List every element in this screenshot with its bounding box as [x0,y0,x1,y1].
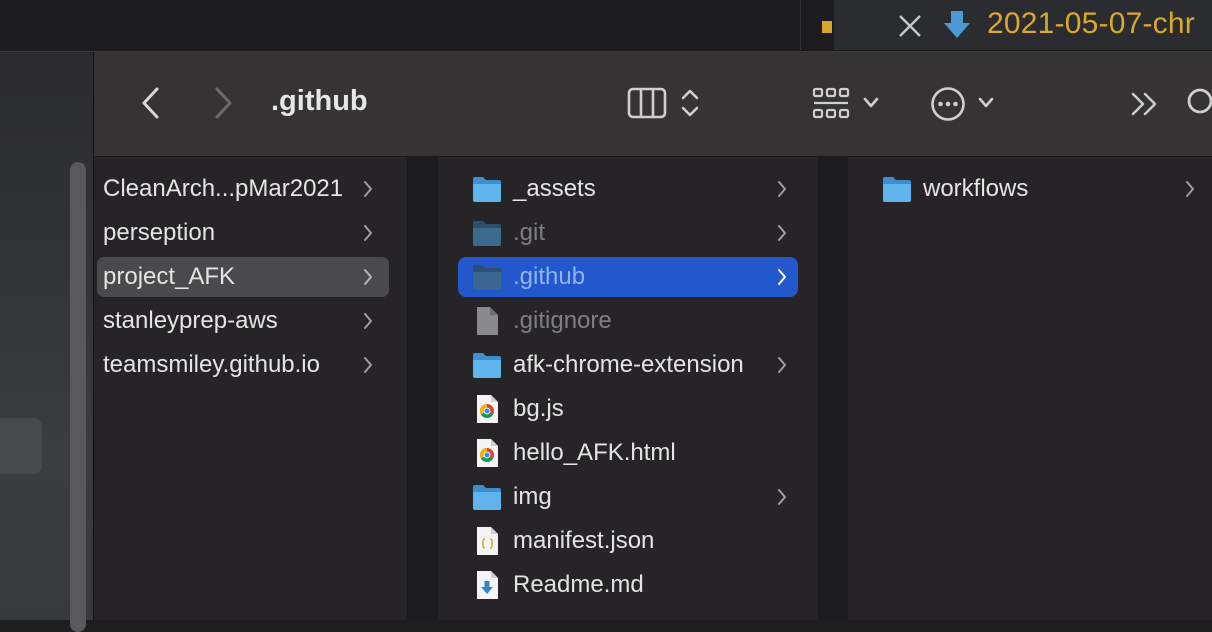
list-item-selected[interactable]: .github [458,257,798,297]
list-item[interactable]: bg.js [458,389,798,429]
markdown-down-arrow-icon [944,11,970,38]
json-file-icon [477,527,498,555]
column-resize-divider[interactable] [407,157,438,620]
folder-icon [473,485,501,510]
search-icon[interactable] [1186,86,1212,120]
list-item[interactable]: hello_AFK.html [458,433,798,473]
list-item[interactable]: .gitignore [458,301,798,341]
folder-icon [473,221,501,246]
column-browser: CleanArch...pMar2021 perseption project_… [94,157,1212,620]
chrome-doc-icon [477,395,498,423]
list-item[interactable]: perseption [97,213,389,253]
background-sidebar [0,52,93,632]
chevron-right-icon [364,181,372,197]
forward-arrow-icon[interactable] [210,86,236,120]
list-item[interactable]: _assets [458,169,798,209]
chevron-right-icon [364,357,372,373]
finder-toolbar: .github [94,52,1212,157]
sidebar-highlight [0,418,42,474]
chevron-down-icon[interactable] [862,96,880,110]
chevron-right-icon [364,225,372,241]
editor-tab-bar: 2021-05-07-chr [0,0,1212,52]
column-resize-divider[interactable] [818,157,848,620]
more-actions-icon[interactable] [929,85,967,123]
column-project-afk: _assets .git .github .gitignore afk-chro… [438,157,818,620]
chevron-down-icon[interactable] [977,96,995,110]
list-item[interactable]: teamsmiley.github.io [97,345,389,385]
list-item[interactable]: .git [458,213,798,253]
list-item[interactable]: Readme.md [458,565,798,605]
group-by-grid-icon[interactable] [812,86,852,122]
list-item[interactable]: img [458,477,798,517]
folder-icon [473,265,501,290]
folder-icon [473,177,501,202]
markdown-file-icon [477,571,498,599]
chevron-right-icon [364,269,372,285]
view-options-stepper-icon[interactable] [679,86,701,120]
folder-icon [883,177,911,202]
tab-separator [800,0,801,50]
column-parent: CleanArch...pMar2021 perseption project_… [94,157,407,620]
toolbar-overflow-icon[interactable] [1130,90,1160,118]
chevron-right-icon [778,269,786,285]
window-title: .github [271,85,368,117]
editor-tab-title[interactable]: 2021-05-07-chr [987,7,1195,41]
list-item-selected[interactable]: project_AFK [97,257,389,297]
list-item[interactable]: afk-chrome-extension [458,345,798,385]
list-item[interactable]: workflows [872,169,1212,209]
chevron-right-icon [778,181,786,197]
chevron-right-icon [364,313,372,329]
chevron-right-icon [1186,181,1194,197]
modified-indicator [822,21,832,33]
list-item[interactable]: CleanArch...pMar2021 [97,169,389,209]
chevron-right-icon [778,489,786,505]
folder-icon [473,353,501,378]
chevron-right-icon [778,357,786,373]
finder-window: .github CleanArch...pMar2021 perseption … [93,52,1212,620]
back-arrow-icon[interactable] [138,86,164,120]
file-icon [477,307,498,335]
list-item[interactable]: stanleyprep-aws [97,301,389,341]
list-item[interactable]: manifest.json [458,521,798,561]
chrome-doc-icon [477,439,498,467]
column-view-icon[interactable] [627,86,669,120]
chevron-right-icon [778,225,786,241]
close-icon[interactable] [896,10,924,42]
sidebar-scrollbar[interactable] [70,162,86,632]
column-github: workflows [848,157,1212,620]
